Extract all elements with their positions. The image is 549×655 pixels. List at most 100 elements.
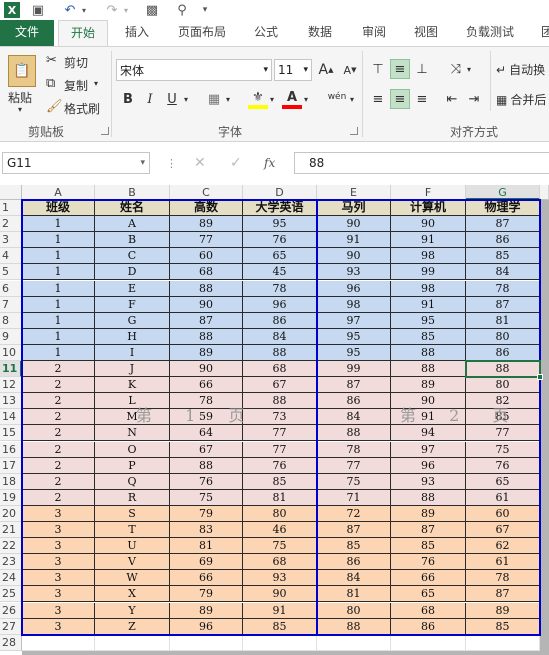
table-cell[interactable]: 84: [317, 409, 391, 426]
table-cell[interactable]: 62: [466, 538, 540, 555]
table-cell[interactable]: X: [95, 586, 170, 603]
table-cell[interactable]: 88: [170, 457, 243, 474]
table-cell[interactable]: 85: [243, 473, 317, 490]
table-cell[interactable]: 1: [22, 264, 95, 281]
borders-dropdown-icon[interactable]: ▾: [226, 95, 230, 104]
fill-color-icon[interactable]: ⚜: [248, 89, 268, 109]
table-cell[interactable]: 61: [466, 489, 540, 506]
print-preview-icon[interactable]: ⚲: [174, 2, 190, 18]
tab-formulas[interactable]: 公式: [244, 20, 288, 46]
customize-qat-icon[interactable]: ▾: [200, 2, 210, 18]
table-cell[interactable]: 87: [391, 522, 466, 539]
table-cell[interactable]: 3: [22, 618, 95, 635]
row-header-4[interactable]: 4: [0, 248, 22, 265]
cancel-icon[interactable]: ✕: [194, 152, 206, 174]
table-cell[interactable]: 96: [391, 457, 466, 474]
tab-review[interactable]: 审阅: [352, 20, 396, 46]
table-cell[interactable]: 2: [22, 409, 95, 426]
table-cell[interactable]: 68: [243, 361, 317, 378]
table-cell[interactable]: 1: [22, 312, 95, 329]
row-header-23[interactable]: 23: [0, 554, 22, 571]
merge-center-button[interactable]: ▦ 合并后: [496, 91, 546, 108]
table-cell[interactable]: H: [95, 328, 170, 345]
copy-dropdown-icon[interactable]: ▾: [94, 79, 98, 88]
table-cell[interactable]: 88: [391, 344, 466, 361]
empty-cell[interactable]: [391, 634, 466, 651]
font-color-icon[interactable]: A: [282, 89, 302, 109]
table-cell[interactable]: 77: [317, 457, 391, 474]
table-cell[interactable]: 76: [170, 473, 243, 490]
tab-insert[interactable]: 插入: [114, 20, 160, 46]
table-cell[interactable]: 3: [22, 538, 95, 555]
table-cell[interactable]: 2: [22, 393, 95, 410]
table-cell[interactable]: 94: [391, 425, 466, 442]
row-header-26[interactable]: 26: [0, 602, 22, 619]
table-cell[interactable]: 75: [317, 473, 391, 490]
underline-dropdown-icon[interactable]: ▾: [184, 95, 188, 104]
align-right-icon[interactable]: ≡: [412, 89, 432, 109]
row-header-19[interactable]: 19: [0, 489, 22, 506]
table-cell[interactable]: G: [95, 312, 170, 329]
table-cell[interactable]: 91: [391, 232, 466, 249]
table-cell[interactable]: 88: [391, 489, 466, 506]
table-cell[interactable]: F: [95, 296, 170, 313]
align-top-icon[interactable]: ⊤: [368, 59, 388, 79]
table-cell[interactable]: O: [95, 441, 170, 458]
table-cell[interactable]: 84: [466, 264, 540, 281]
table-cell[interactable]: 2: [22, 473, 95, 490]
empty-cell[interactable]: [317, 634, 391, 651]
row-header-12[interactable]: 12: [0, 377, 22, 394]
table-cell[interactable]: 93: [391, 473, 466, 490]
table-cell[interactable]: Q: [95, 473, 170, 490]
table-cell[interactable]: 65: [391, 586, 466, 603]
table-cell[interactable]: 67: [243, 377, 317, 394]
copy-button[interactable]: 复制: [64, 77, 88, 94]
table-header-cell[interactable]: 计算机: [391, 200, 466, 217]
wrap-text-button[interactable]: ↵ 自动换: [496, 61, 545, 78]
table-cell[interactable]: 60: [170, 248, 243, 265]
table-cell[interactable]: 90: [391, 216, 466, 233]
table-cell[interactable]: 88: [243, 344, 317, 361]
row-header-27[interactable]: 27: [0, 618, 22, 635]
row-header-14[interactable]: 14: [0, 409, 22, 426]
table-cell[interactable]: 78: [466, 570, 540, 587]
table-cell[interactable]: 96: [170, 618, 243, 635]
row-header-3[interactable]: 3: [0, 232, 22, 249]
table-cell[interactable]: 69: [170, 554, 243, 571]
table-cell[interactable]: 81: [243, 489, 317, 506]
column-header-a[interactable]: A: [22, 185, 95, 200]
table-cell[interactable]: S: [95, 505, 170, 522]
orientation-icon[interactable]: ⤨: [446, 59, 466, 79]
column-header-e[interactable]: E: [317, 185, 391, 200]
column-header-b[interactable]: B: [95, 185, 170, 200]
column-header-f[interactable]: F: [391, 185, 466, 200]
paste-button[interactable]: 粘贴: [8, 89, 32, 106]
table-cell[interactable]: 91: [391, 296, 466, 313]
table-cell[interactable]: 75: [243, 538, 317, 555]
table-cell[interactable]: 90: [170, 296, 243, 313]
table-cell[interactable]: 96: [243, 296, 317, 313]
table-cell[interactable]: 90: [317, 216, 391, 233]
table-cell[interactable]: 97: [317, 312, 391, 329]
table-cell[interactable]: 87: [466, 216, 540, 233]
table-cell[interactable]: 93: [243, 570, 317, 587]
table-cell[interactable]: 2: [22, 441, 95, 458]
row-header-1[interactable]: 1: [0, 200, 22, 217]
table-cell[interactable]: 86: [391, 618, 466, 635]
table-cell[interactable]: E: [95, 280, 170, 297]
table-cell[interactable]: 95: [317, 328, 391, 345]
formula-input[interactable]: 88: [294, 152, 549, 174]
table-cell[interactable]: C: [95, 248, 170, 265]
table-cell[interactable]: 85: [317, 538, 391, 555]
row-header-2[interactable]: 2: [0, 216, 22, 233]
table-cell[interactable]: 99: [317, 361, 391, 378]
table-cell[interactable]: 99: [391, 264, 466, 281]
table-cell[interactable]: 2: [22, 377, 95, 394]
row-header-6[interactable]: 6: [0, 280, 22, 297]
table-cell[interactable]: 3: [22, 602, 95, 619]
table-header-cell[interactable]: 姓名: [95, 200, 170, 217]
table-cell[interactable]: W: [95, 570, 170, 587]
table-header-cell[interactable]: 高数: [170, 200, 243, 217]
name-box[interactable]: G11 ▾: [2, 152, 150, 174]
tab-home[interactable]: 开始: [58, 20, 108, 47]
